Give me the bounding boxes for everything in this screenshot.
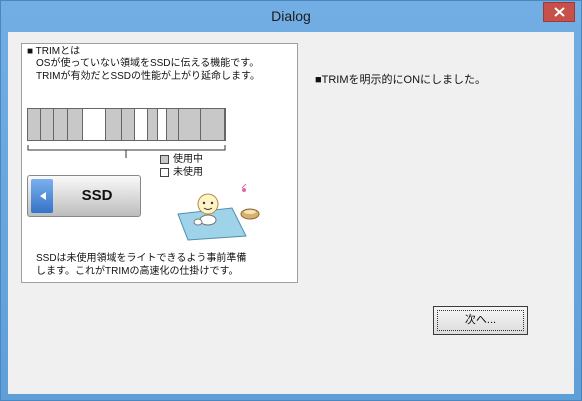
cleaning-character-illustration xyxy=(177,184,260,241)
storage-block-used xyxy=(28,109,42,140)
intro-line-1: OSが使っていない領域をSSDに伝える機能です。 xyxy=(36,58,260,69)
window-title: Dialog xyxy=(271,8,311,24)
storage-block-used xyxy=(147,109,159,140)
footer-line-1: SSDは未使用領域をライトできるよう事前準備 xyxy=(36,253,247,264)
storage-block-used xyxy=(106,109,123,140)
dialog-client-area: ■ TRIMとは OSが使っていない領域をSSDに伝える機能です。 TRIMが有… xyxy=(8,32,574,394)
dialog-window: Dialog ■ TRIMとは OSが使っていない領域をSSDに伝える機能です。… xyxy=(0,0,582,401)
status-message: ■TRIMを明示的にONにしました。 xyxy=(315,74,487,86)
used-swatch-icon xyxy=(160,154,169,164)
arrow-left-icon xyxy=(40,192,46,200)
storage-block-bar xyxy=(27,108,226,141)
storage-block-used xyxy=(166,109,179,140)
focus-rectangle xyxy=(437,310,524,331)
legend-used-label: 使用中 xyxy=(173,154,203,165)
storage-block-used xyxy=(54,109,68,140)
legend-free: 未使用 xyxy=(160,167,203,179)
ssd-drive-icon: SSD xyxy=(27,175,141,217)
storage-block-free xyxy=(135,109,148,140)
picture-heading: ■ TRIMとは xyxy=(27,46,81,57)
close-icon xyxy=(554,7,565,17)
storage-block-used xyxy=(122,109,136,140)
storage-block-free xyxy=(82,109,107,140)
legend-used: 使用中 xyxy=(160,154,203,166)
footer-line-2: します。これがTRIMの高速化の仕掛けです。 xyxy=(36,266,239,277)
close-button[interactable] xyxy=(543,2,575,22)
title-bar[interactable]: Dialog xyxy=(1,1,581,33)
ssd-connector xyxy=(31,179,53,213)
storage-block-used xyxy=(41,109,55,140)
free-swatch-icon xyxy=(160,167,169,177)
storage-block-used xyxy=(201,109,225,140)
intro-line-2: TRIMが有効だとSSDの性能が上がり延命します。 xyxy=(36,71,260,82)
storage-block-used xyxy=(67,109,83,140)
trim-explanation-image: ■ TRIMとは OSが使っていない領域をSSDに伝える機能です。 TRIMが有… xyxy=(21,43,298,283)
ssd-label: SSD xyxy=(81,187,113,204)
legend-free-label: 未使用 xyxy=(173,167,203,178)
storage-block-free xyxy=(158,109,167,140)
next-button[interactable]: 次へ... xyxy=(433,306,528,335)
storage-block-used xyxy=(178,109,202,140)
